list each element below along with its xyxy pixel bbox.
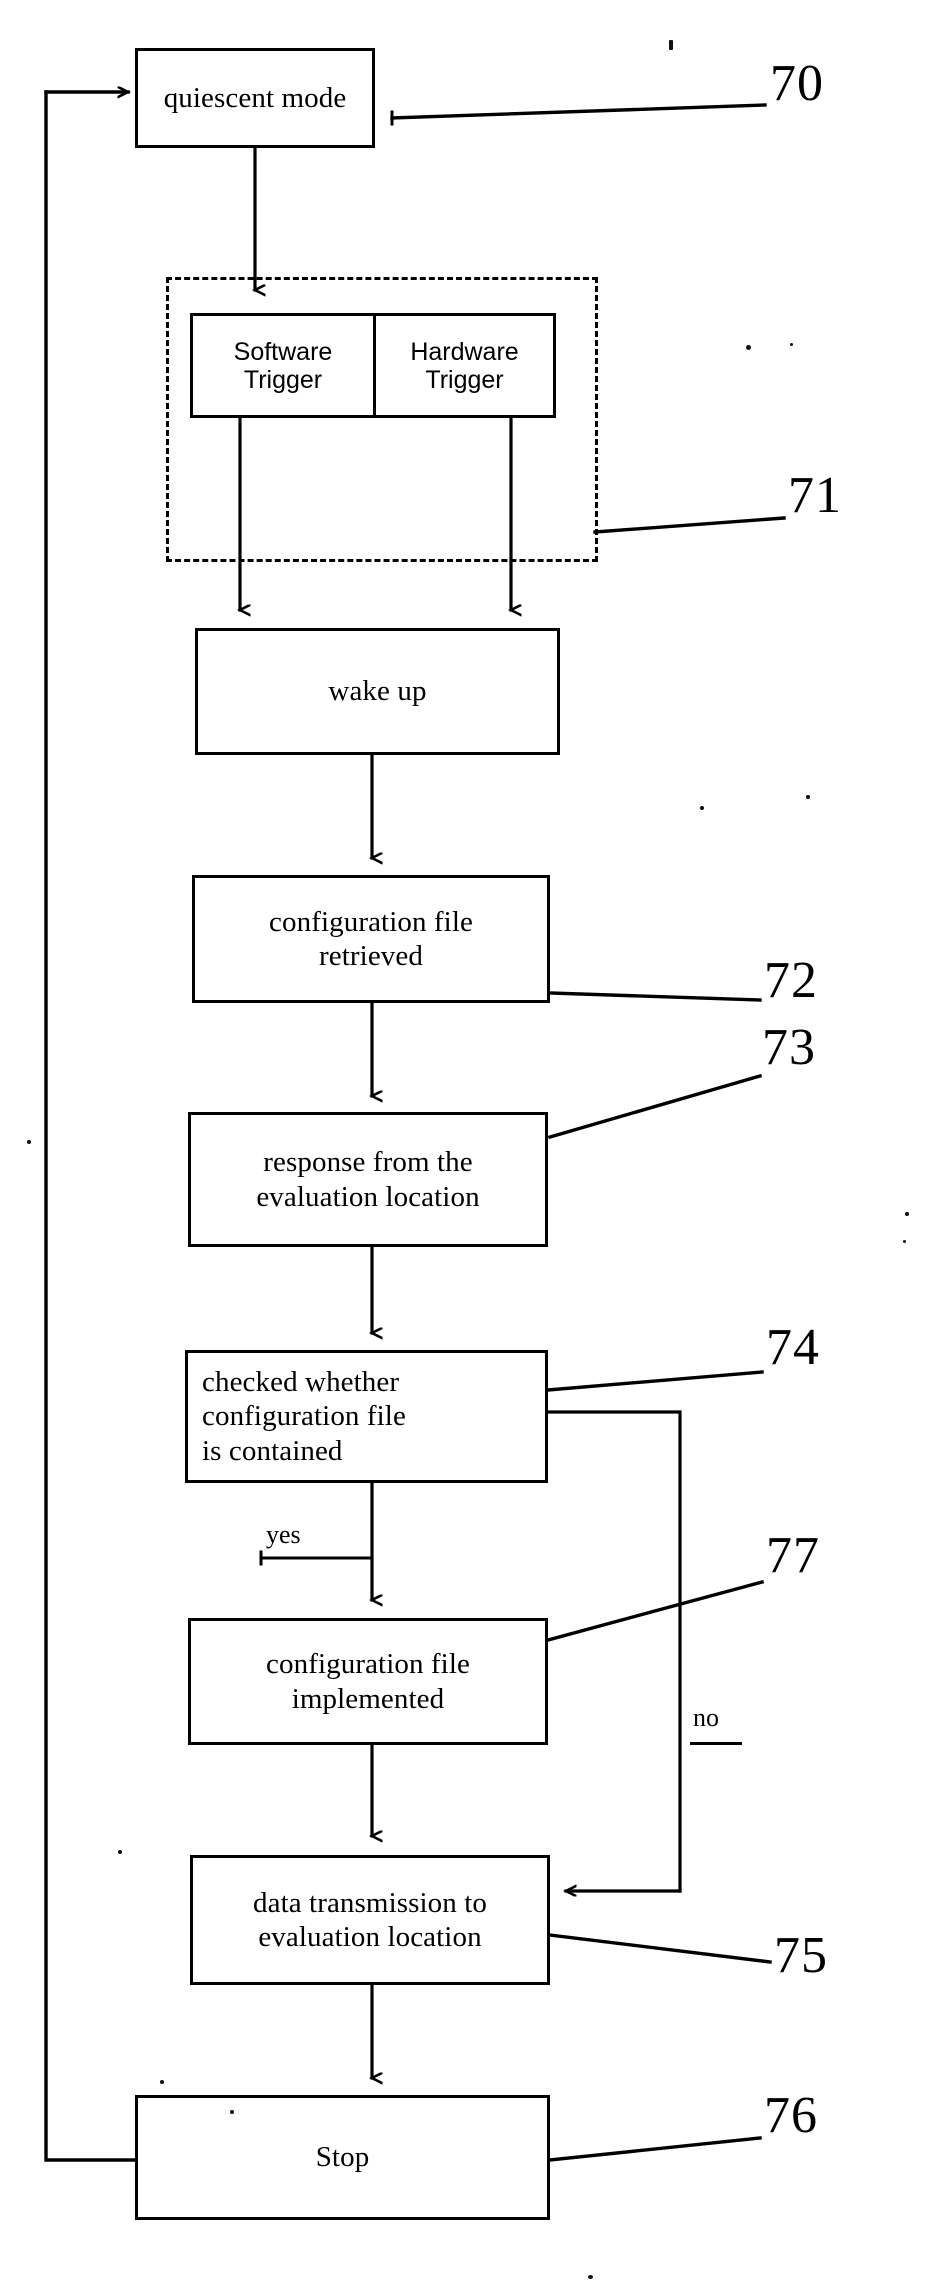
hardware-trigger-line1: Hardware — [410, 337, 519, 366]
scan-speck — [118, 1850, 122, 1854]
node-response-from-evaluation-location[interactable]: response from the evaluation location — [188, 1112, 548, 1247]
ref-numeral-73: 73 — [762, 1019, 816, 1076]
node-quiescent-mode[interactable]: quiescent mode — [135, 48, 375, 148]
checked-line1: checked whether — [202, 1366, 400, 1399]
trigger-pair-box: Software Trigger Hardware Trigger — [190, 313, 556, 418]
ref-numeral-77: 77 — [766, 1527, 820, 1584]
scan-speck — [669, 40, 673, 50]
ref-numeral-71: 71 — [788, 467, 842, 524]
scan-speck — [790, 343, 793, 346]
node-hardware-trigger[interactable]: Hardware Trigger — [373, 316, 553, 415]
software-trigger-line1: Software — [233, 337, 333, 366]
scan-speck — [806, 795, 810, 799]
implemented-line1: configuration file — [266, 1648, 470, 1681]
node-configuration-file-retrieved[interactable]: configuration file retrieved — [192, 875, 550, 1003]
scan-speck — [905, 1212, 909, 1216]
scan-speck — [230, 2110, 234, 2114]
node-data-transmission-to-evaluation-location[interactable]: data transmission to evaluation location — [190, 1855, 550, 1985]
transmission-line1: data transmission to — [253, 1886, 487, 1919]
patent-figure: quiescent mode Software Trigger Hardware… — [0, 0, 943, 2289]
edge-label-no-underline — [690, 1742, 742, 1745]
ref-numeral-72: 72 — [764, 952, 818, 1009]
node-checked-whether-configuration-file-is-contained[interactable]: checked whether configuration file is co… — [185, 1350, 548, 1483]
hardware-trigger-line2: Trigger — [425, 365, 504, 394]
ref-numeral-76: 76 — [764, 2087, 818, 2144]
config-retrieved-line1: configuration file — [269, 905, 473, 938]
ref-numeral-74: 74 — [766, 1319, 820, 1376]
response-line1: response from the — [263, 1146, 473, 1179]
scan-speck — [700, 806, 704, 810]
response-line2: evaluation location — [256, 1180, 480, 1213]
edge-label-yes: yes — [266, 1520, 301, 1549]
edge-label-no: no — [693, 1703, 719, 1732]
node-stop-label: Stop — [315, 2141, 370, 2174]
node-wake-up-label: wake up — [328, 675, 427, 708]
scan-speck — [903, 1240, 906, 1243]
ref-numeral-75: 75 — [774, 1927, 828, 1984]
node-stop[interactable]: Stop — [135, 2095, 550, 2220]
scan-speck — [27, 1140, 31, 1144]
checked-line3: is contained — [202, 1434, 343, 1467]
config-retrieved-line2: retrieved — [319, 940, 423, 972]
software-trigger-line2: Trigger — [243, 365, 323, 394]
node-wake-up[interactable]: wake up — [195, 628, 560, 755]
checked-line2: configuration file — [202, 1400, 406, 1433]
node-software-trigger[interactable]: Software Trigger — [193, 316, 373, 415]
node-quiescent-mode-label: quiescent mode — [163, 81, 347, 114]
ref-numeral-70: 70 — [770, 55, 824, 112]
transmission-line2: evaluation location — [258, 1921, 482, 1953]
implemented-line2: implemented — [291, 1682, 445, 1715]
node-configuration-file-implemented[interactable]: configuration file implemented — [188, 1618, 548, 1745]
scan-speck — [160, 2080, 164, 2084]
scan-speck — [588, 2275, 593, 2279]
scan-speck — [746, 345, 751, 350]
